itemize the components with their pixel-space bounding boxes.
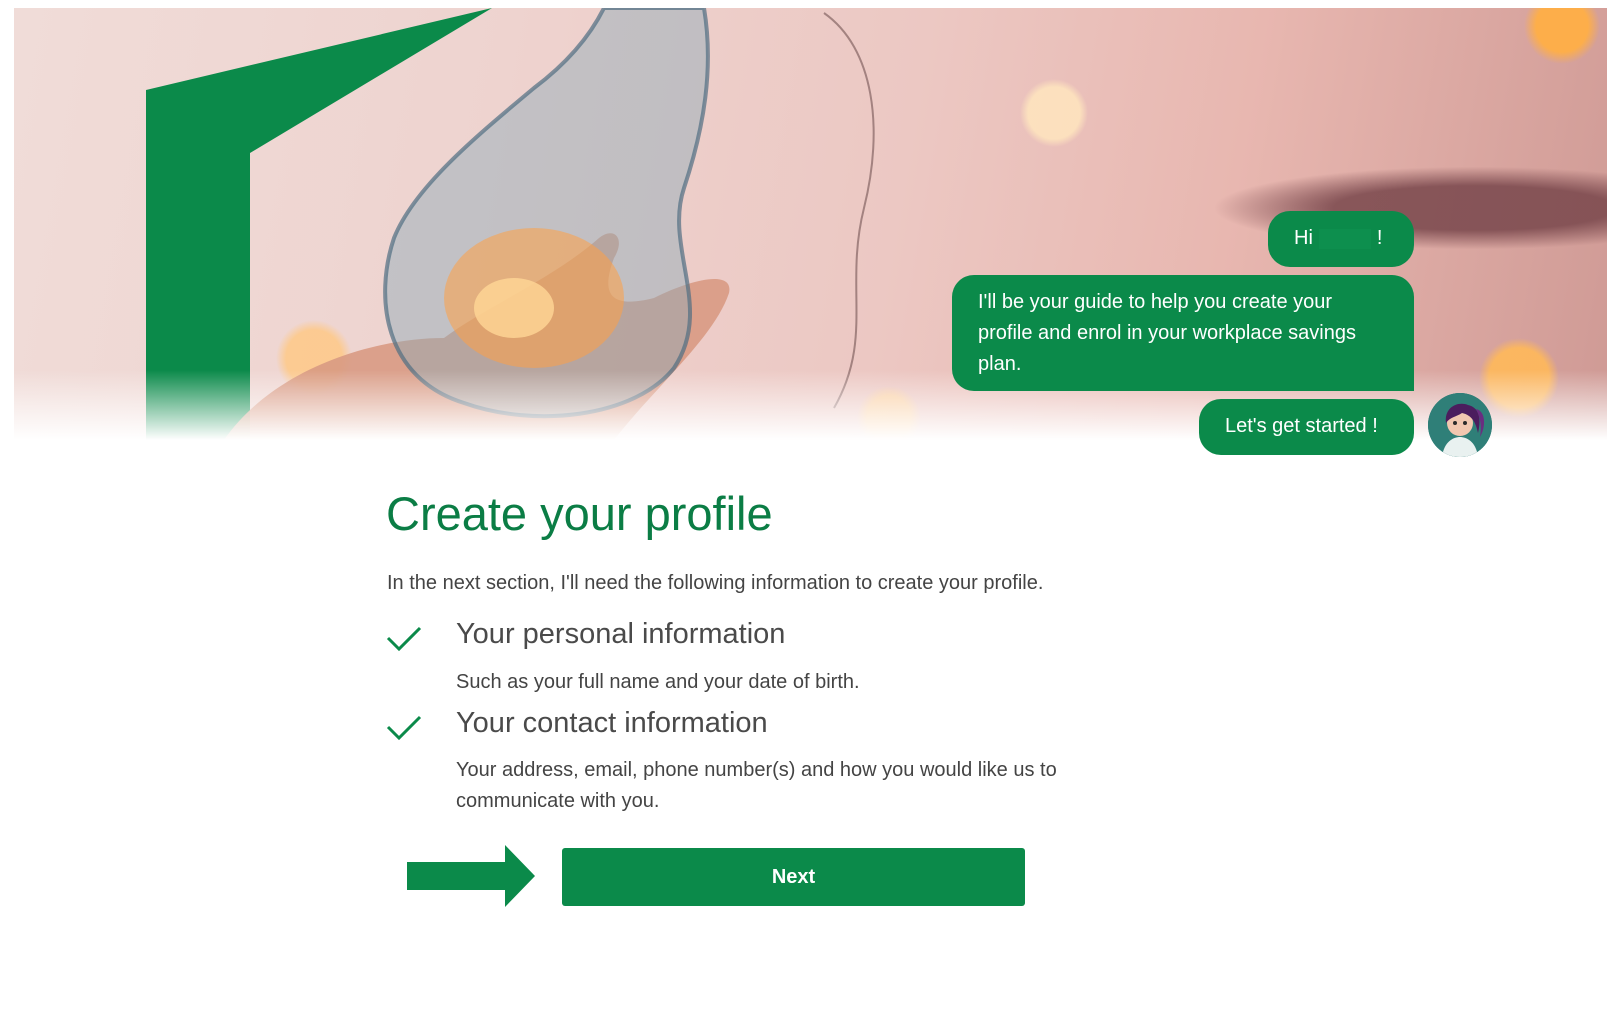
guide-message: I'll be your guide to help you create yo… bbox=[978, 291, 1356, 375]
assistant-avatar-icon bbox=[1428, 393, 1492, 457]
chat-greeting-bubble: Hi! bbox=[1268, 211, 1414, 267]
checkmark-icon bbox=[386, 626, 422, 652]
next-button[interactable]: Next bbox=[562, 848, 1025, 906]
fairy-light-wire bbox=[823, 12, 875, 409]
chat-start-bubble: Let's get started ! bbox=[1199, 399, 1414, 455]
info-item-title: Your contact information bbox=[456, 707, 768, 739]
user-name-placeholder bbox=[1318, 228, 1371, 249]
info-item-description: Such as your full name and your date of … bbox=[456, 671, 860, 693]
page-title: Create your profile bbox=[386, 487, 773, 540]
info-item-description: Your address, email, phone number(s) and… bbox=[456, 759, 1057, 812]
start-message: Let's get started ! bbox=[1225, 415, 1378, 437]
greeting-suffix: ! bbox=[1376, 227, 1383, 249]
chat-guide-bubble: I'll be your guide to help you create yo… bbox=[952, 275, 1414, 391]
checkmark-icon bbox=[386, 715, 422, 741]
greeting-prefix: Hi bbox=[1294, 227, 1313, 249]
info-item-title: Your personal information bbox=[456, 618, 786, 650]
intro-text: In the next section, I'll need the follo… bbox=[387, 572, 1044, 594]
right-arrow-icon bbox=[407, 845, 535, 907]
